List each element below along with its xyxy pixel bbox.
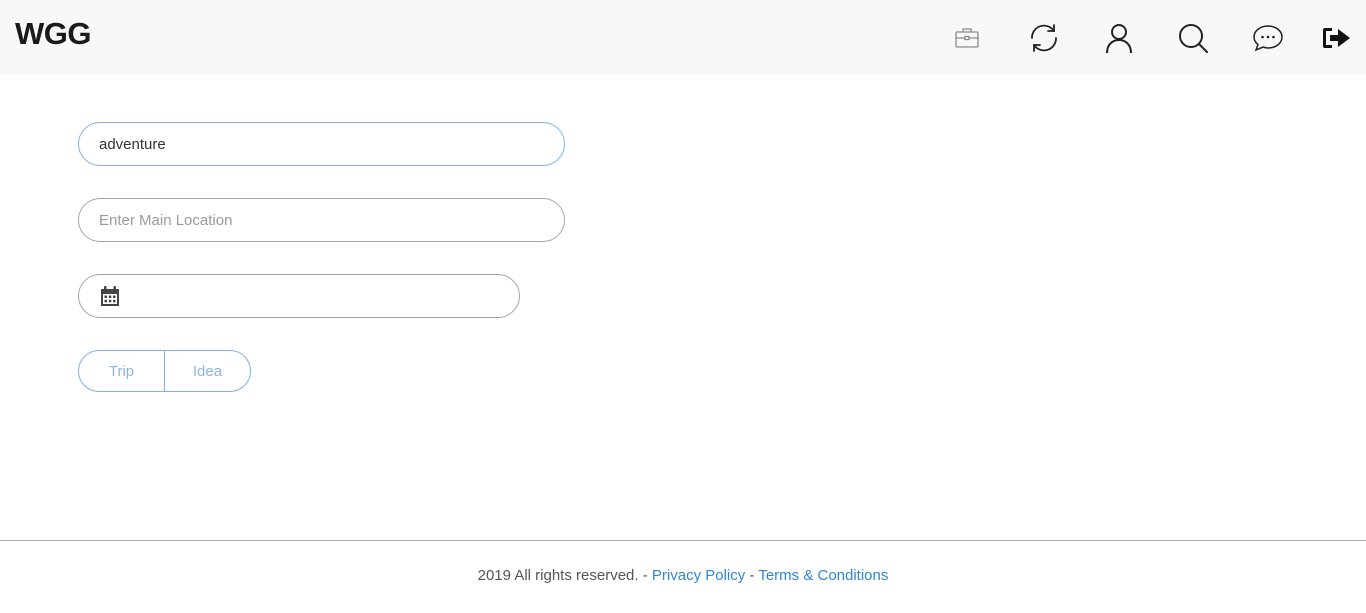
app-logo[interactable]: WGG	[15, 16, 92, 52]
calendar-icon[interactable]	[100, 286, 120, 312]
copyright-text: 2019 All rights reserved.	[477, 567, 639, 584]
footer: 2019 All rights reserved. - Privacy Poli…	[0, 567, 1366, 584]
keyword-input[interactable]	[78, 122, 565, 166]
search-icon[interactable]	[1176, 21, 1210, 55]
main-location-input[interactable]	[78, 198, 565, 242]
top-navbar: WGG	[0, 0, 1366, 74]
footer-divider	[0, 540, 1366, 541]
sync-icon[interactable]	[1027, 21, 1061, 55]
user-icon[interactable]	[1102, 21, 1136, 55]
chat-icon[interactable]	[1251, 21, 1285, 55]
trip-option-button[interactable]: Trip	[79, 351, 164, 391]
footer-separator: -	[638, 567, 652, 584]
trip-idea-toggle: Trip Idea	[78, 350, 251, 392]
idea-option-button[interactable]: Idea	[164, 351, 250, 391]
terms-conditions-link[interactable]: Terms & Conditions	[758, 567, 888, 584]
privacy-policy-link[interactable]: Privacy Policy	[652, 567, 745, 584]
footer-separator: -	[745, 567, 759, 584]
briefcase-icon[interactable]	[950, 21, 984, 55]
logout-icon[interactable]	[1320, 21, 1354, 55]
date-picker-field[interactable]	[78, 274, 520, 318]
